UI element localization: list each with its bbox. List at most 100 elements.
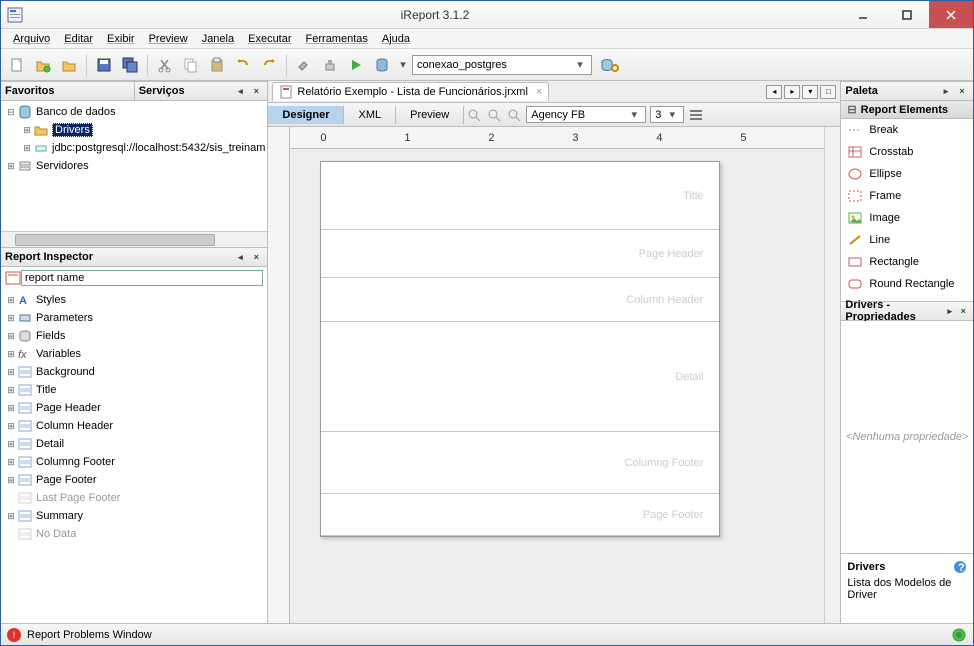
inspector-item-background[interactable]: ⊞Background — [3, 363, 265, 381]
document-tab[interactable]: Relatório Exemplo - Lista de Funcionário… — [272, 82, 549, 101]
report-page[interactable]: Title Page Header Column Header Detail C… — [320, 161, 720, 537]
menu-executar[interactable]: Executar — [242, 31, 297, 47]
tree-label: No Data — [36, 528, 76, 540]
tab-favoritos[interactable]: Favoritos — [1, 81, 135, 101]
copy-icon[interactable] — [179, 53, 203, 77]
error-icon[interactable]: ! — [7, 628, 21, 642]
palette-item-image[interactable]: Image — [841, 207, 973, 229]
redo-icon[interactable] — [257, 53, 281, 77]
close-panel-icon[interactable]: × — [958, 304, 969, 318]
tree-node-connection[interactable]: ⊞jdbc:postgresql://localhost:5432/sis_tr… — [3, 139, 265, 157]
minimize-panel-icon[interactable]: ◂ — [233, 250, 247, 264]
palette-item-rectangle[interactable]: Rectangle — [841, 251, 973, 273]
palette-item-round-rectangle[interactable]: Round Rectangle — [841, 273, 973, 295]
tree-node-database[interactable]: ⊟Banco de dados — [3, 103, 265, 121]
band-column-footer[interactable]: Columng Footer — [321, 432, 719, 494]
more-tools-icon[interactable] — [686, 105, 706, 125]
close-panel-icon[interactable]: × — [249, 84, 263, 98]
build-icon[interactable] — [292, 53, 316, 77]
open-icon[interactable] — [57, 53, 81, 77]
band-page-footer[interactable]: Page Footer — [321, 494, 719, 536]
inspector-tree[interactable]: ⊞AStyles ⊞Parameters ⊞Fields ⊞fxVariable… — [1, 289, 267, 623]
page-canvas[interactable]: Title Page Header Column Header Detail C… — [290, 149, 824, 623]
save-icon[interactable] — [92, 53, 116, 77]
menu-preview[interactable]: Preview — [143, 31, 194, 47]
menu-exibir[interactable]: Exibir — [101, 31, 141, 47]
close-panel-icon[interactable]: × — [249, 250, 263, 264]
paste-icon[interactable] — [205, 53, 229, 77]
status-right-icon[interactable] — [951, 627, 967, 643]
close-button[interactable] — [929, 1, 973, 28]
document-tab-label: Relatório Exemplo - Lista de Funcionário… — [297, 86, 527, 98]
zoom-fit-icon[interactable] — [504, 105, 524, 125]
tab-servicos[interactable]: Serviços ◂ × — [135, 81, 268, 101]
palette-item-line[interactable]: Line — [841, 229, 973, 251]
canvas-vscroll[interactable] — [824, 127, 840, 623]
minimize-panel-icon[interactable]: ▸ — [944, 304, 955, 318]
close-panel-icon[interactable]: × — [955, 84, 969, 98]
inspector-item-variables[interactable]: ⊞fxVariables — [3, 345, 265, 363]
palette-item-ellipse[interactable]: Ellipse — [841, 163, 973, 185]
report-name-input[interactable] — [21, 270, 263, 286]
inspector-item-page-header[interactable]: ⊞Page Header — [3, 399, 265, 417]
menu-ferramentas[interactable]: Ferramentas — [300, 31, 374, 47]
status-text[interactable]: Report Problems Window — [27, 629, 152, 641]
inspector-item-parameters[interactable]: ⊞Parameters — [3, 309, 265, 327]
palette-item-crosstab[interactable]: Crosstab — [841, 141, 973, 163]
clean-icon[interactable] — [318, 53, 342, 77]
band-detail[interactable]: Detail — [321, 322, 719, 432]
dropdown-tabs-icon[interactable]: ▾ — [802, 85, 818, 99]
inspector-item-summary[interactable]: ⊞Summary — [3, 507, 265, 525]
new-folder-icon[interactable] — [31, 53, 55, 77]
inspector-item-no-data[interactable]: No Data — [3, 525, 265, 543]
palette-item-frame[interactable]: Frame — [841, 185, 973, 207]
inspector-item-styles[interactable]: ⊞AStyles — [3, 291, 265, 309]
inspector-item-column-footer[interactable]: ⊞Columng Footer — [3, 453, 265, 471]
menu-arquivo[interactable]: Arquivo — [7, 31, 56, 47]
inspector-item-column-header[interactable]: ⊞Column Header — [3, 417, 265, 435]
inspector-item-title[interactable]: ⊞Title — [3, 381, 265, 399]
inspector-item-detail[interactable]: ⊞Detail — [3, 435, 265, 453]
zoom-in-icon[interactable] — [464, 105, 484, 125]
minimize-panel-icon[interactable]: ▸ — [939, 84, 953, 98]
properties-title: Drivers - Propriedades — [845, 299, 942, 323]
minimize-panel-icon[interactable]: ◂ — [233, 84, 247, 98]
view-designer[interactable]: Designer — [268, 106, 344, 124]
palette-category[interactable]: ⊟Report Elements — [841, 101, 973, 119]
band-column-header[interactable]: Column Header — [321, 278, 719, 322]
help-icon[interactable]: ? — [953, 560, 967, 574]
menu-janela[interactable]: Janela — [196, 31, 240, 47]
datasource-icon[interactable] — [370, 53, 394, 77]
cut-icon[interactable] — [153, 53, 177, 77]
services-tree[interactable]: ⊟Banco de dados ⊞Drivers ⊞jdbc:postgresq… — [1, 101, 267, 231]
inspector-item-fields[interactable]: ⊞Fields — [3, 327, 265, 345]
font-size-combo[interactable]: 3▾ — [650, 106, 684, 123]
menu-editar[interactable]: Editar — [58, 31, 99, 47]
maximize-editor-icon[interactable]: □ — [820, 85, 836, 99]
view-preview[interactable]: Preview — [396, 106, 464, 124]
tree-node-servers[interactable]: ⊞Servidores — [3, 157, 265, 175]
inspector-item-last-page-footer[interactable]: Last Page Footer — [3, 489, 265, 507]
view-xml[interactable]: XML — [344, 106, 396, 124]
new-file-icon[interactable] — [5, 53, 29, 77]
undo-icon[interactable] — [231, 53, 255, 77]
datasource-combo[interactable]: conexao_postgres ▾ — [412, 55, 592, 75]
tree-node-drivers[interactable]: ⊞Drivers — [3, 121, 265, 139]
datasource-settings-icon[interactable] — [598, 53, 622, 77]
minimize-button[interactable] — [841, 1, 885, 28]
maximize-button[interactable] — [885, 1, 929, 28]
save-all-icon[interactable] — [118, 53, 142, 77]
palette-item-break[interactable]: Break — [841, 119, 973, 141]
close-tab-icon[interactable]: × — [536, 86, 542, 98]
datasource-dropdown-icon[interactable]: ▾ — [396, 58, 410, 71]
font-family-combo[interactable]: Agency FB▾ — [526, 106, 646, 123]
band-title[interactable]: Title — [321, 162, 719, 230]
band-page-header[interactable]: Page Header — [321, 230, 719, 278]
zoom-out-icon[interactable] — [484, 105, 504, 125]
run-icon[interactable] — [344, 53, 368, 77]
scroll-right-icon[interactable]: ▸ — [784, 85, 800, 99]
menu-ajuda[interactable]: Ajuda — [376, 31, 416, 47]
scroll-left-icon[interactable]: ◂ — [766, 85, 782, 99]
inspector-item-page-footer[interactable]: ⊞Page Footer — [3, 471, 265, 489]
services-hscroll[interactable] — [1, 231, 267, 247]
